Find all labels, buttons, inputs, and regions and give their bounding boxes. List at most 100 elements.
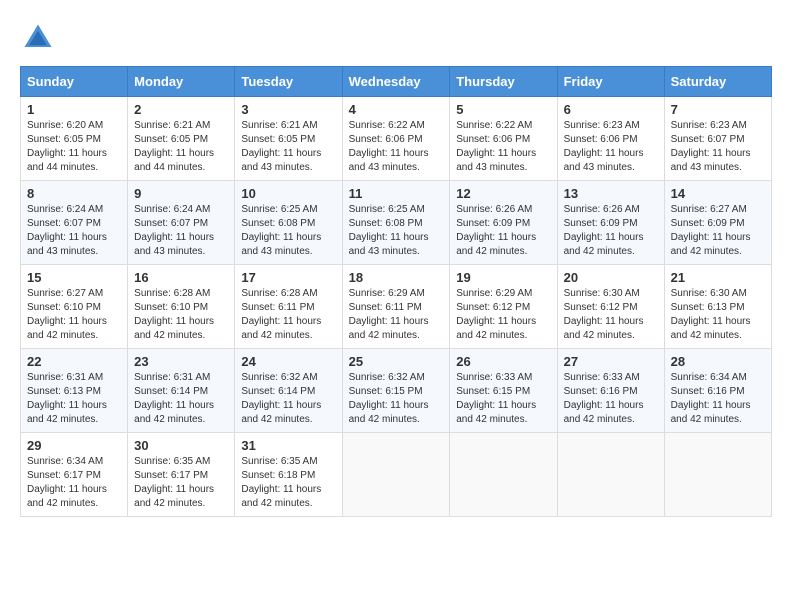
calendar-week-row: 1 Sunrise: 6:20 AMSunset: 6:05 PMDayligh… [21,97,772,181]
calendar-cell: 25 Sunrise: 6:32 AMSunset: 6:15 PMDaylig… [342,349,450,433]
calendar-cell: 16 Sunrise: 6:28 AMSunset: 6:10 PMDaylig… [128,265,235,349]
calendar-header-thursday: Thursday [450,67,557,97]
day-number: 23 [134,354,228,369]
day-info: Sunrise: 6:29 AMSunset: 6:11 PMDaylight:… [349,288,429,341]
calendar-cell: 9 Sunrise: 6:24 AMSunset: 6:07 PMDayligh… [128,181,235,265]
day-info: Sunrise: 6:21 AMSunset: 6:05 PMDaylight:… [241,120,321,173]
day-info: Sunrise: 6:24 AMSunset: 6:07 PMDaylight:… [27,204,107,257]
day-info: Sunrise: 6:24 AMSunset: 6:07 PMDaylight:… [134,204,214,257]
calendar-cell [664,433,771,517]
calendar-cell [557,433,664,517]
calendar-header-row: SundayMondayTuesdayWednesdayThursdayFrid… [21,67,772,97]
calendar-header-monday: Monday [128,67,235,97]
calendar-cell: 6 Sunrise: 6:23 AMSunset: 6:06 PMDayligh… [557,97,664,181]
calendar-cell: 12 Sunrise: 6:26 AMSunset: 6:09 PMDaylig… [450,181,557,265]
calendar-cell: 27 Sunrise: 6:33 AMSunset: 6:16 PMDaylig… [557,349,664,433]
calendar-cell: 11 Sunrise: 6:25 AMSunset: 6:08 PMDaylig… [342,181,450,265]
calendar-cell: 29 Sunrise: 6:34 AMSunset: 6:17 PMDaylig… [21,433,128,517]
page-header [20,20,772,56]
day-info: Sunrise: 6:31 AMSunset: 6:13 PMDaylight:… [27,372,107,425]
day-info: Sunrise: 6:28 AMSunset: 6:11 PMDaylight:… [241,288,321,341]
day-info: Sunrise: 6:33 AMSunset: 6:16 PMDaylight:… [564,372,644,425]
calendar-cell: 14 Sunrise: 6:27 AMSunset: 6:09 PMDaylig… [664,181,771,265]
calendar-cell: 8 Sunrise: 6:24 AMSunset: 6:07 PMDayligh… [21,181,128,265]
day-number: 16 [134,270,228,285]
calendar-cell: 30 Sunrise: 6:35 AMSunset: 6:17 PMDaylig… [128,433,235,517]
day-number: 15 [27,270,121,285]
day-info: Sunrise: 6:21 AMSunset: 6:05 PMDaylight:… [134,120,214,173]
day-info: Sunrise: 6:26 AMSunset: 6:09 PMDaylight:… [564,204,644,257]
day-number: 18 [349,270,444,285]
day-number: 8 [27,186,121,201]
calendar-table: SundayMondayTuesdayWednesdayThursdayFrid… [20,66,772,517]
day-number: 31 [241,438,335,453]
day-info: Sunrise: 6:25 AMSunset: 6:08 PMDaylight:… [241,204,321,257]
calendar-week-row: 29 Sunrise: 6:34 AMSunset: 6:17 PMDaylig… [21,433,772,517]
calendar-cell: 20 Sunrise: 6:30 AMSunset: 6:12 PMDaylig… [557,265,664,349]
day-info: Sunrise: 6:32 AMSunset: 6:14 PMDaylight:… [241,372,321,425]
calendar-cell: 31 Sunrise: 6:35 AMSunset: 6:18 PMDaylig… [235,433,342,517]
logo [20,20,62,56]
day-info: Sunrise: 6:32 AMSunset: 6:15 PMDaylight:… [349,372,429,425]
calendar-cell: 17 Sunrise: 6:28 AMSunset: 6:11 PMDaylig… [235,265,342,349]
calendar-cell: 22 Sunrise: 6:31 AMSunset: 6:13 PMDaylig… [21,349,128,433]
calendar-cell: 15 Sunrise: 6:27 AMSunset: 6:10 PMDaylig… [21,265,128,349]
day-number: 21 [671,270,765,285]
day-info: Sunrise: 6:34 AMSunset: 6:16 PMDaylight:… [671,372,751,425]
calendar-header-saturday: Saturday [664,67,771,97]
day-number: 26 [456,354,550,369]
calendar-cell: 24 Sunrise: 6:32 AMSunset: 6:14 PMDaylig… [235,349,342,433]
calendar-cell: 23 Sunrise: 6:31 AMSunset: 6:14 PMDaylig… [128,349,235,433]
calendar-header-sunday: Sunday [21,67,128,97]
day-info: Sunrise: 6:27 AMSunset: 6:10 PMDaylight:… [27,288,107,341]
day-number: 19 [456,270,550,285]
calendar-cell [450,433,557,517]
day-info: Sunrise: 6:28 AMSunset: 6:10 PMDaylight:… [134,288,214,341]
day-info: Sunrise: 6:31 AMSunset: 6:14 PMDaylight:… [134,372,214,425]
calendar-week-row: 22 Sunrise: 6:31 AMSunset: 6:13 PMDaylig… [21,349,772,433]
day-number: 14 [671,186,765,201]
day-number: 17 [241,270,335,285]
day-number: 2 [134,102,228,117]
day-number: 12 [456,186,550,201]
day-info: Sunrise: 6:25 AMSunset: 6:08 PMDaylight:… [349,204,429,257]
day-number: 29 [27,438,121,453]
logo-icon [20,20,56,56]
day-number: 13 [564,186,658,201]
calendar-cell: 7 Sunrise: 6:23 AMSunset: 6:07 PMDayligh… [664,97,771,181]
day-number: 3 [241,102,335,117]
day-number: 7 [671,102,765,117]
calendar-cell: 2 Sunrise: 6:21 AMSunset: 6:05 PMDayligh… [128,97,235,181]
day-info: Sunrise: 6:20 AMSunset: 6:05 PMDaylight:… [27,120,107,173]
day-info: Sunrise: 6:27 AMSunset: 6:09 PMDaylight:… [671,204,751,257]
day-number: 6 [564,102,658,117]
day-number: 1 [27,102,121,117]
calendar-cell: 19 Sunrise: 6:29 AMSunset: 6:12 PMDaylig… [450,265,557,349]
calendar-cell: 1 Sunrise: 6:20 AMSunset: 6:05 PMDayligh… [21,97,128,181]
calendar-week-row: 8 Sunrise: 6:24 AMSunset: 6:07 PMDayligh… [21,181,772,265]
day-info: Sunrise: 6:33 AMSunset: 6:15 PMDaylight:… [456,372,536,425]
day-number: 22 [27,354,121,369]
calendar-cell: 4 Sunrise: 6:22 AMSunset: 6:06 PMDayligh… [342,97,450,181]
calendar-header-tuesday: Tuesday [235,67,342,97]
day-info: Sunrise: 6:22 AMSunset: 6:06 PMDaylight:… [349,120,429,173]
calendar-header-wednesday: Wednesday [342,67,450,97]
day-number: 28 [671,354,765,369]
calendar-week-row: 15 Sunrise: 6:27 AMSunset: 6:10 PMDaylig… [21,265,772,349]
day-info: Sunrise: 6:29 AMSunset: 6:12 PMDaylight:… [456,288,536,341]
day-info: Sunrise: 6:26 AMSunset: 6:09 PMDaylight:… [456,204,536,257]
calendar-cell: 10 Sunrise: 6:25 AMSunset: 6:08 PMDaylig… [235,181,342,265]
calendar-cell: 5 Sunrise: 6:22 AMSunset: 6:06 PMDayligh… [450,97,557,181]
day-number: 10 [241,186,335,201]
day-number: 30 [134,438,228,453]
day-number: 5 [456,102,550,117]
calendar-cell: 28 Sunrise: 6:34 AMSunset: 6:16 PMDaylig… [664,349,771,433]
day-info: Sunrise: 6:34 AMSunset: 6:17 PMDaylight:… [27,456,107,509]
day-number: 27 [564,354,658,369]
day-info: Sunrise: 6:23 AMSunset: 6:07 PMDaylight:… [671,120,751,173]
day-info: Sunrise: 6:30 AMSunset: 6:13 PMDaylight:… [671,288,751,341]
day-number: 9 [134,186,228,201]
calendar-cell: 3 Sunrise: 6:21 AMSunset: 6:05 PMDayligh… [235,97,342,181]
calendar-cell [342,433,450,517]
calendar-cell: 18 Sunrise: 6:29 AMSunset: 6:11 PMDaylig… [342,265,450,349]
